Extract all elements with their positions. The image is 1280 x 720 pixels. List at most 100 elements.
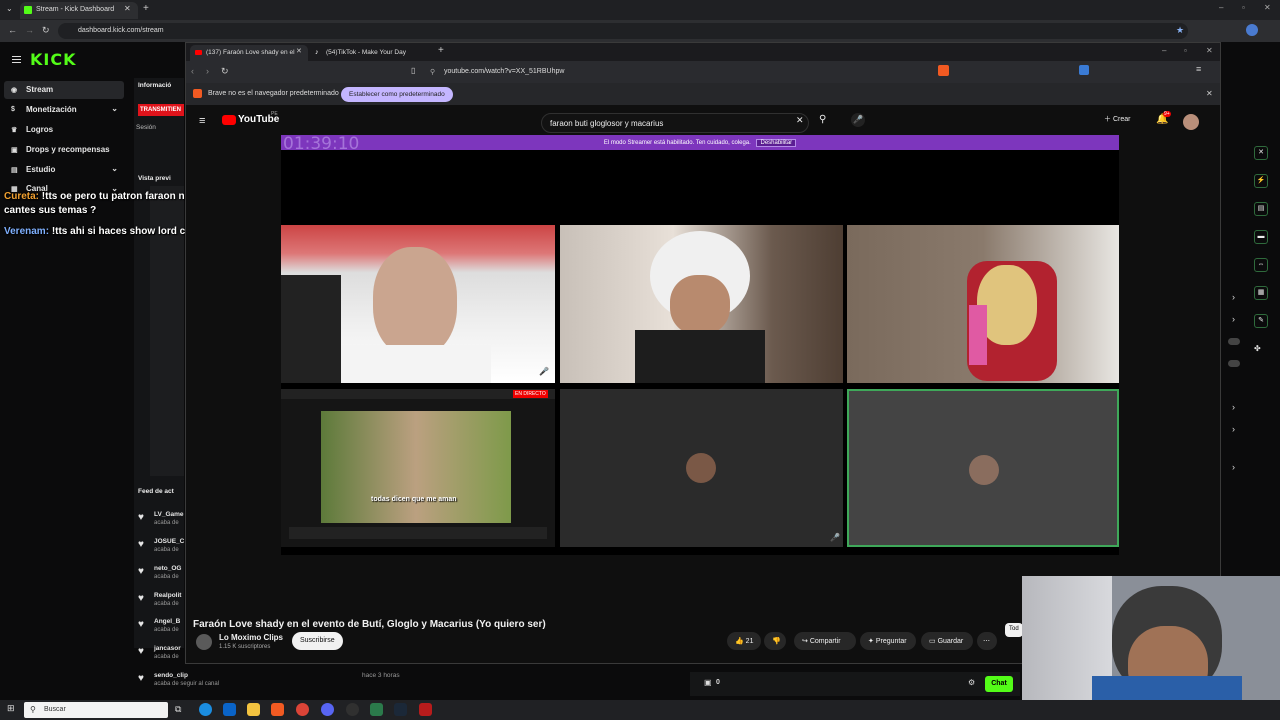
windows-start-icon[interactable]: ⊞ (7, 703, 15, 714)
account-avatar[interactable] (1183, 114, 1199, 130)
steam-icon[interactable] (394, 703, 407, 716)
live-status-button[interactable]: TRANSMITIEN (138, 104, 184, 116)
new-tab-button[interactable]: + (438, 45, 444, 56)
ask-button[interactable]: ✦ Preguntar (860, 632, 916, 650)
microphone-icon[interactable]: 🎤 (851, 113, 865, 127)
brave-shields-icon[interactable] (938, 65, 949, 76)
video-player[interactable]: El modo Streamer está habilitado. Ten cu… (281, 134, 1119, 555)
tab-list-button[interactable]: ⌄ (6, 4, 13, 13)
chevron-right-icon[interactable]: › (1232, 424, 1235, 434)
toggle-switch[interactable] (1228, 338, 1240, 345)
more-actions-button[interactable]: ⋯ (977, 632, 997, 650)
toggle-switch[interactable] (1228, 360, 1240, 367)
chat-bubble-icon[interactable]: ▬ (1254, 230, 1268, 244)
feed-user[interactable]: Angel_B (154, 618, 180, 625)
profile-avatar[interactable] (1246, 24, 1258, 36)
chevron-right-icon[interactable]: › (1232, 402, 1235, 412)
close-window-icon[interactable]: ✕ (1206, 46, 1213, 55)
forward-icon[interactable]: → (25, 25, 34, 35)
edge-icon[interactable] (199, 703, 212, 716)
search-icon[interactable]: ⚲ (819, 114, 826, 125)
back-icon[interactable]: ← (8, 25, 17, 35)
extension-icon[interactable] (1079, 65, 1089, 75)
chat-text-continued: cantes sus temas ? (4, 205, 97, 216)
nav-stream[interactable]: ◉ Stream (4, 81, 124, 99)
menu-icon[interactable]: ≡ (199, 115, 205, 127)
send-chat-button[interactable]: Chat (985, 676, 1013, 692)
nav-drops[interactable]: ▣ Drops y recompensas (4, 141, 124, 159)
nav-estudio[interactable]: ▤ Estudio ⌄ (4, 161, 124, 179)
reload-icon[interactable]: ↻ (42, 25, 50, 36)
ask-label: Preguntar (875, 638, 907, 645)
brave-icon[interactable] (271, 703, 284, 716)
feed-user[interactable]: neto_OG (154, 565, 181, 572)
mod-tool-icon[interactable]: ✕ (1254, 146, 1268, 160)
menu-icon[interactable]: ≡ (1196, 64, 1201, 74)
disable-streamer-mode-button[interactable]: Deshabilitar (756, 139, 797, 147)
nav-monetizacion[interactable]: $ Monetización ⌄ (4, 101, 124, 119)
layout-icon[interactable]: ▦ (1254, 286, 1268, 300)
bookmark-icon[interactable]: ▯ (411, 66, 415, 75)
lightning-icon[interactable]: ⚡ (1254, 174, 1268, 188)
chevron-right-icon[interactable]: › (1232, 292, 1235, 302)
like-button[interactable]: 👍 21 (727, 632, 761, 650)
wrench-icon[interactable]: ✎ (1254, 314, 1268, 328)
feed-user[interactable]: LV_Game (154, 511, 184, 518)
filter-chip-all[interactable]: Tod (1005, 623, 1023, 637)
dislike-button[interactable]: 👎 (764, 632, 786, 650)
minimize-window-icon[interactable]: – (1162, 46, 1166, 55)
new-tab-button[interactable]: + (143, 3, 149, 14)
close-tab-icon[interactable]: ✕ (124, 4, 131, 13)
maximize-window-icon[interactable]: ▫ (1184, 46, 1187, 55)
set-default-button[interactable]: Establecer como predeterminado (341, 87, 453, 102)
chevron-right-icon[interactable]: › (1232, 462, 1235, 472)
close-tab-icon[interactable]: ✕ (296, 47, 302, 55)
task-view-icon[interactable]: ⧉ (175, 704, 181, 715)
clear-search-icon[interactable]: ✕ (796, 115, 804, 126)
app-icon[interactable] (419, 703, 432, 716)
back-icon[interactable]: ‹ (191, 66, 194, 76)
brave-tab-strip: (137) Faraón Love shady en el ✕ ♪ (54)Ti… (186, 43, 1220, 61)
menu-icon[interactable] (12, 56, 21, 63)
close-infobar-icon[interactable]: ✕ (1206, 89, 1213, 98)
kick-logo[interactable]: KICK (30, 50, 77, 69)
folder-icon[interactable] (247, 703, 260, 716)
channel-avatar[interactable] (196, 634, 212, 650)
outlook-icon[interactable] (223, 703, 236, 716)
chrome-address-bar[interactable]: dashboard.kick.com/stream (58, 23, 1188, 39)
spreadsheet-icon[interactable] (370, 703, 383, 716)
subscribe-button[interactable]: Suscribirse (292, 632, 343, 650)
close-window-icon[interactable]: ✕ (1264, 3, 1271, 12)
discord-icon[interactable] (321, 703, 334, 716)
site-info-icon[interactable]: ⚲ (430, 68, 435, 76)
create-button[interactable]: ＋ Crear (1104, 114, 1130, 130)
channel-name[interactable]: Lo Moximo Clips (219, 633, 283, 642)
bookmark-star-icon[interactable]: ★ (1176, 25, 1184, 36)
nav-logros[interactable]: ♛ Logros (4, 121, 124, 139)
puzzle-icon[interactable]: ✤ (1254, 344, 1261, 353)
obs-icon[interactable] (346, 703, 359, 716)
brave-address-bar[interactable]: ⚲ youtube.com/watch?v=XX_51RBUhpw (426, 64, 956, 80)
youtube-search-input[interactable]: faraon buti gloglosor y macarius (541, 113, 809, 133)
feed-user[interactable]: jancasor (154, 645, 181, 652)
forward-icon[interactable]: › (206, 66, 209, 76)
link-icon[interactable]: ⇔ (1254, 258, 1268, 272)
chrome-tab-kick[interactable]: Stream - Kick Dashboard (20, 2, 138, 19)
feed-action: acaba de (154, 601, 179, 607)
participant-body (635, 330, 765, 383)
share-button[interactable]: ↪ Compartir (794, 632, 856, 650)
settings-gear-icon[interactable]: ⚙ (968, 678, 975, 687)
taskbar-search-input[interactable]: ⚲ Buscar (24, 702, 168, 718)
save-button[interactable]: ▭ Guardar (921, 632, 973, 650)
reload-icon[interactable]: ↻ (221, 66, 229, 77)
feed-user[interactable]: JOSUE_C (154, 538, 184, 545)
document-icon[interactable]: ▤ (1254, 202, 1268, 216)
brave-tab-youtube[interactable]: (137) Faraón Love shady en el (190, 45, 308, 61)
chrome-icon[interactable] (296, 703, 309, 716)
minimize-window-icon[interactable]: – (1219, 3, 1223, 12)
feed-user[interactable]: Realpolit (154, 592, 181, 599)
chevron-right-icon[interactable]: › (1232, 314, 1235, 324)
feed-user[interactable]: sendo_clip (154, 672, 188, 679)
restore-window-icon[interactable]: ▫ (1242, 3, 1245, 12)
brave-tab-tiktok[interactable]: ♪ (54)TikTok - Make Your Day (310, 45, 426, 61)
